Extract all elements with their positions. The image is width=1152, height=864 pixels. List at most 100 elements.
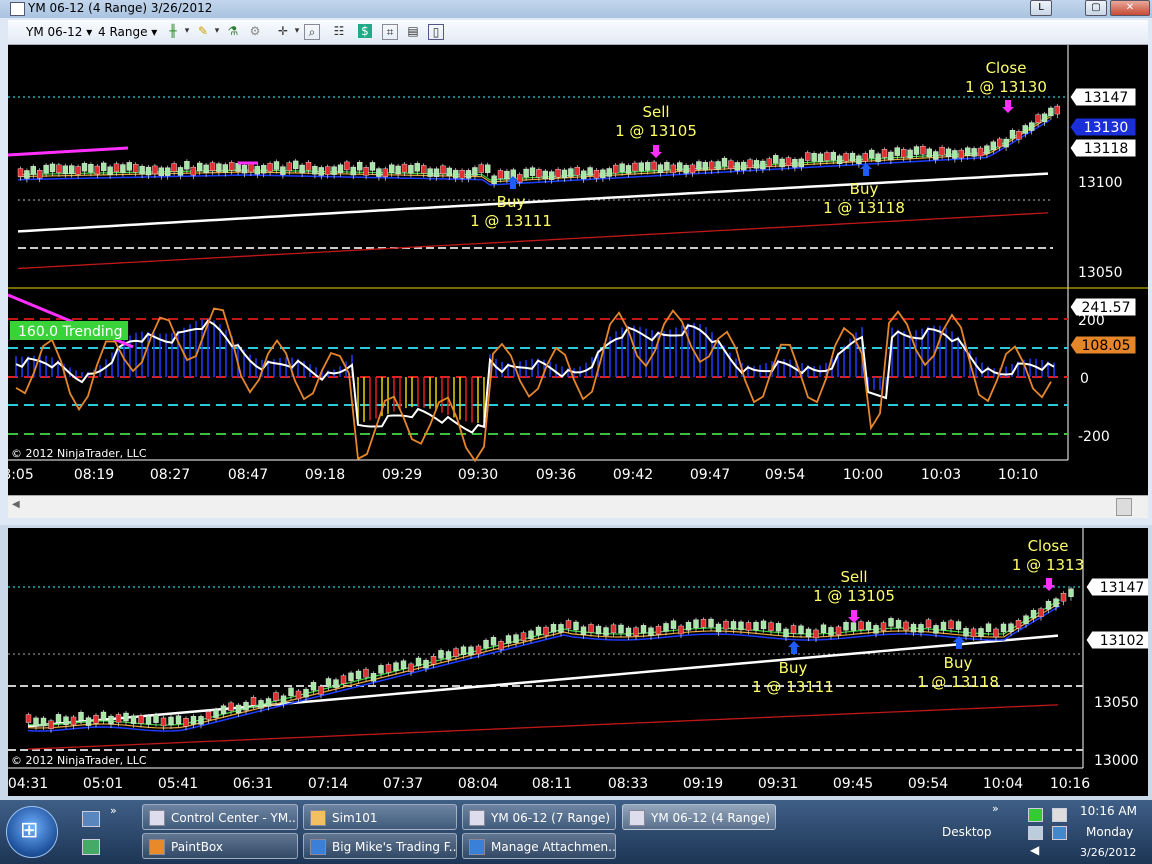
candle (990, 141, 996, 151)
period-selector[interactable]: 4 Range ▾ (98, 24, 157, 40)
display-tray-icon[interactable] (1028, 826, 1043, 840)
scroll-thumb[interactable] (1116, 498, 1132, 516)
candle (528, 630, 534, 640)
clock-time[interactable]: 10:16 AM (1080, 804, 1137, 818)
candle (568, 168, 574, 177)
candle (139, 165, 145, 175)
candle (549, 171, 555, 180)
candle (288, 687, 294, 697)
candle (483, 639, 489, 649)
candle (984, 145, 990, 154)
candle (63, 716, 69, 725)
candle (430, 656, 437, 665)
desktop-toolbar[interactable]: Desktop (942, 825, 992, 839)
candle (734, 162, 740, 171)
network-tray-icon[interactable] (1052, 826, 1067, 840)
task-big-mikes[interactable]: Big Mike's Trading F... (303, 833, 457, 859)
internet-explorer-icon (310, 839, 326, 855)
candle (873, 625, 879, 634)
candle (228, 702, 234, 712)
price-indicator-chart[interactable]: 13147 13130 13118 13100 13050 Sell1 @ 13105 Cl… (2, 45, 1148, 495)
action-center-tray-icon[interactable] (1052, 808, 1067, 822)
volume-icon[interactable]: ◀ (1030, 843, 1039, 857)
pencil-icon[interactable]: ✎ (196, 24, 210, 38)
candle (100, 711, 107, 721)
security-tray-icon[interactable] (1028, 808, 1043, 822)
candle (747, 159, 753, 168)
candle (273, 692, 279, 701)
chart-style-icon[interactable]: ╫ (166, 24, 180, 38)
time-label: 09:47 (690, 467, 730, 483)
chart-style-dropdown-icon[interactable]: ▾ (180, 24, 194, 38)
candle (433, 168, 440, 177)
candle (382, 168, 388, 177)
indicators-icon[interactable]: ⚗ (226, 24, 240, 38)
candle (160, 717, 167, 727)
candle (258, 700, 264, 709)
candle (971, 148, 977, 157)
instrument-selector[interactable]: YM 06-12 ▾ (26, 24, 92, 40)
task-paintbox[interactable]: PaintBox (142, 833, 298, 859)
chart-trader-icon[interactable]: $ (358, 24, 372, 38)
data-box-icon[interactable]: ⌗ (382, 24, 398, 40)
candle (523, 168, 529, 178)
candle (138, 715, 144, 724)
candle (438, 650, 444, 659)
candle (333, 679, 339, 688)
price-chart-panel[interactable]: 13147 13130 13118 13100 13050 Sell 1 @ 13105 Cl… (2, 45, 1148, 495)
candle (100, 162, 107, 172)
drawing-dropdown-icon[interactable]: ▾ (210, 24, 224, 38)
close-window-button[interactable]: ✕ (1110, 0, 1150, 16)
window-linking-icon[interactable]: ▯ (428, 24, 444, 40)
second-price-chart[interactable]: 13147131021305013000Sell1 @ 13105Close1 … (8, 528, 1152, 796)
candle (1054, 105, 1061, 115)
task-manage-attachments[interactable]: Manage Attachmen... (462, 833, 616, 859)
link-button[interactable]: L (1030, 0, 1052, 16)
candle (1060, 592, 1067, 602)
zoom-icon[interactable]: ⌕ (304, 24, 320, 40)
task-ym-4-range[interactable]: YM 06-12 (4 Range) ... (622, 804, 776, 830)
switch-windows-icon[interactable] (82, 839, 100, 855)
candle (228, 162, 235, 171)
task-control-center[interactable]: Control Center - YM... (142, 804, 298, 830)
candle (689, 164, 696, 174)
candle (376, 168, 382, 177)
quicklaunch-overflow-icon[interactable]: » (110, 804, 117, 817)
chart-scrollbar[interactable]: ◀ (8, 495, 1148, 518)
maximize-button[interactable]: ▢ (1085, 0, 1107, 16)
time-label: 09:54 (765, 467, 805, 483)
candle (920, 146, 926, 155)
trending-banner: 160.0 Trending (18, 324, 123, 340)
strategies-icon[interactable]: ⚙ (248, 24, 262, 38)
candle (33, 717, 39, 727)
candle (475, 645, 482, 655)
candle (850, 622, 857, 631)
second-chart-panel[interactable]: 13147 13102 13050 13000 Sell 1 @ 13105 Close 1 … (8, 528, 1152, 796)
scroll-left-icon[interactable]: ◀ (12, 499, 20, 510)
candle (504, 170, 510, 180)
candle (977, 147, 984, 157)
candle (783, 628, 789, 638)
task-ym-7-range[interactable]: YM 06-12 (7 Range) ... (462, 804, 616, 830)
candle (708, 618, 714, 628)
candle (460, 646, 467, 655)
crosshair-dropdown-icon[interactable]: ▾ (290, 24, 304, 38)
chart-window: YM 06-12 (4 Range) 3/26/2012 L ▢ ✕ YM 06… (0, 0, 1152, 525)
chart-toolbar: YM 06-12 ▾ 4 Range ▾ ╫ ▾ ✎ ▾ ⚗ ⚙ ✛ ▾ ⌕ ☷… (8, 20, 1148, 45)
candle (175, 715, 182, 724)
candle (216, 163, 222, 172)
start-button[interactable]: ⊞ (6, 806, 58, 858)
templates-icon[interactable]: ▤ (406, 24, 420, 38)
time-label: 09:54 (908, 776, 948, 792)
tray-overflow-icon[interactable]: » (992, 802, 999, 815)
crosshair-icon[interactable]: ✛ (276, 24, 290, 38)
candle (721, 157, 728, 167)
show-desktop-icon[interactable] (82, 811, 100, 827)
trade-buy-2-side: Buy (944, 654, 973, 672)
candle (862, 153, 868, 162)
properties-icon[interactable]: ☷ (332, 24, 346, 38)
candle (543, 626, 549, 636)
candle (702, 161, 708, 171)
candle (910, 623, 917, 633)
task-sim101[interactable]: Sim101 (303, 804, 457, 830)
